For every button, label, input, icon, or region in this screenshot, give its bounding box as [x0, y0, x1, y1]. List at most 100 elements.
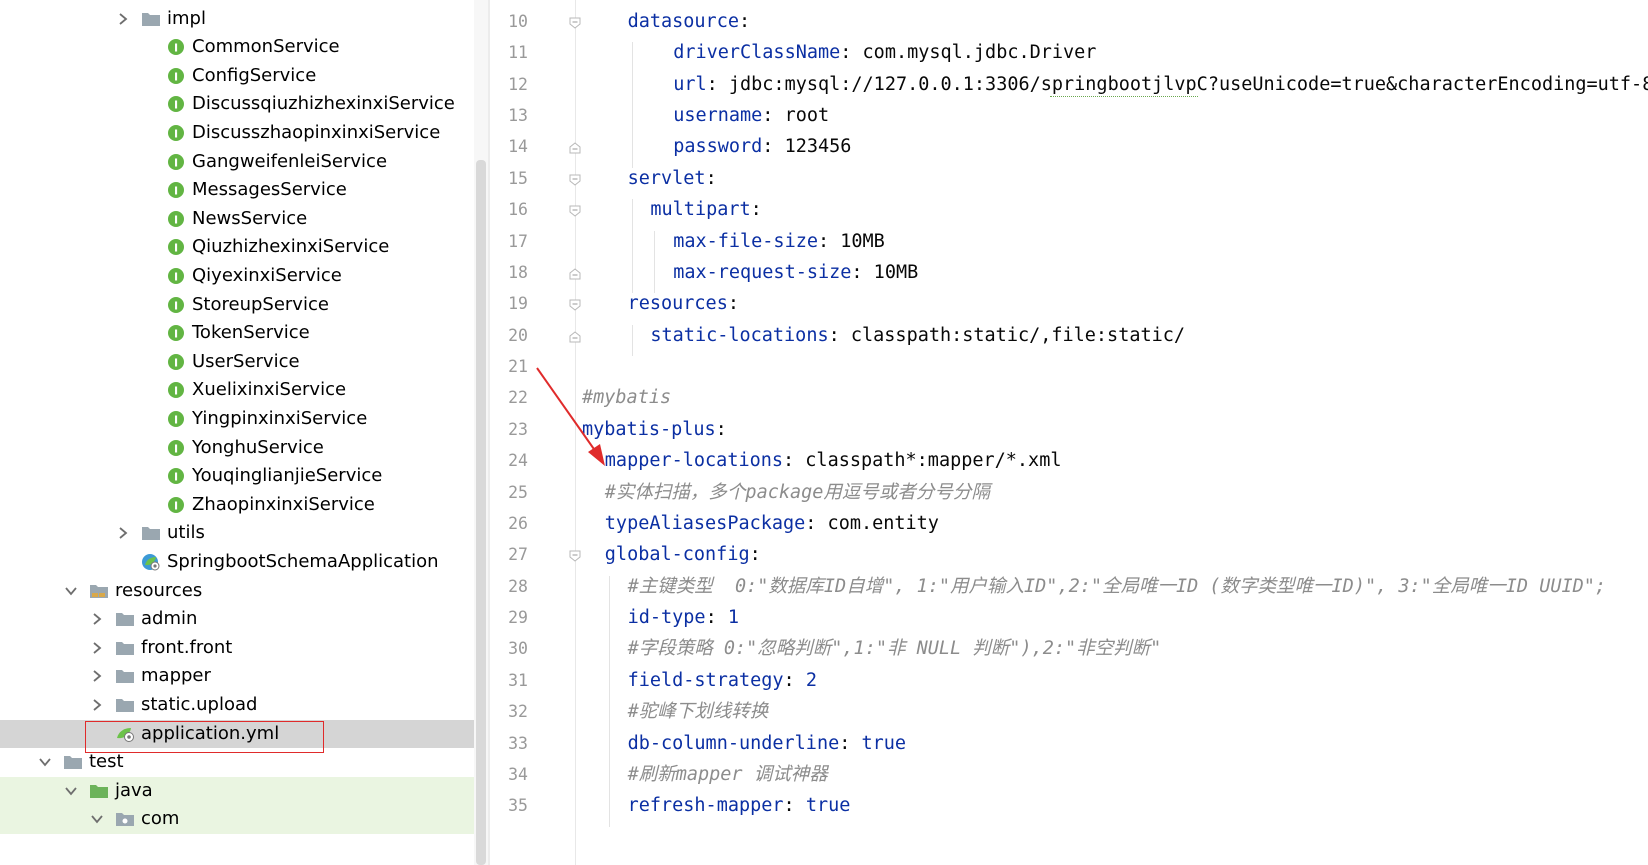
- code-line-19[interactable]: resources:: [628, 293, 739, 315]
- expand-arrow-right-icon[interactable]: [90, 641, 104, 655]
- tree-row-newsservice[interactable]: I NewsService: [0, 205, 474, 234]
- code-editor[interactable]: 10 datasource: 11 driverClassName: com.mysq…: [490, 0, 1648, 865]
- interface-icon: I: [166, 324, 186, 342]
- folder-icon: [63, 753, 83, 771]
- tree-row-yingpinxinxiservice[interactable]: I YingpinxinxiService: [0, 405, 474, 434]
- tree-row-userservice[interactable]: I UserService: [0, 348, 474, 377]
- tree-row-yonghuservice[interactable]: I YonghuService: [0, 434, 474, 463]
- expand-arrow-right-icon[interactable]: [90, 698, 104, 712]
- tree-row-label: NewsService: [192, 207, 308, 229]
- tree-row-youqinglianjieservice[interactable]: I YouqinglianjieService: [0, 462, 474, 491]
- expand-arrow-right-icon[interactable]: [116, 12, 130, 26]
- line-number: 35: [508, 796, 528, 816]
- tree-row-commonservice[interactable]: I CommonService: [0, 33, 474, 62]
- expand-arrow-down-icon[interactable]: [90, 812, 104, 826]
- svg-text:I: I: [174, 70, 178, 83]
- svg-text:I: I: [174, 99, 178, 112]
- code-line-18[interactable]: max-request-size: 10MB: [673, 262, 918, 284]
- tree-row-front-front[interactable]: front.front: [0, 634, 474, 663]
- fold-marker-open-icon[interactable]: [568, 16, 582, 30]
- code-line-34[interactable]: #刷新mapper 调试神器: [628, 764, 828, 786]
- tree-row-messagesservice[interactable]: I MessagesService: [0, 176, 474, 205]
- code-line-10[interactable]: datasource:: [628, 11, 751, 33]
- tree-row-label: YonghuService: [192, 436, 324, 458]
- line-number: 33: [508, 733, 528, 753]
- tree-row-discussqiuzhizhexinxiservice[interactable]: I DiscussqiuzhizhexinxiService: [0, 90, 474, 119]
- yaml-value-token: :: [715, 418, 727, 440]
- tree-row-discusszhaopinxinxiservice[interactable]: I DiscusszhaopinxinxiService: [0, 119, 474, 148]
- code-line-14[interactable]: password: 123456: [673, 136, 851, 158]
- code-line-33[interactable]: db-column-underline: true: [628, 733, 906, 755]
- tree-row-tokenservice[interactable]: I TokenService: [0, 319, 474, 348]
- code-line-25[interactable]: #实体扫描，多个package用逗号或者分号分隔: [605, 482, 990, 504]
- code-line-30[interactable]: #字段策略 0:"忽略判断",1:"非 NULL 判断"),2:"非空判断": [628, 638, 1162, 660]
- tree-row-static-upload[interactable]: static.upload: [0, 691, 474, 720]
- indent-guide: [631, 199, 633, 294]
- tree-row-admin[interactable]: admin: [0, 605, 474, 634]
- fold-marker-open-icon[interactable]: [568, 298, 582, 312]
- tree-row-qiyexinxiservice[interactable]: I QiyexinxiService: [0, 262, 474, 291]
- yaml-key-token: resources: [627, 293, 728, 315]
- interface-icon: I: [166, 67, 186, 85]
- code-line-12[interactable]: url: jdbc:mysql://127.0.0.1:3306/springb…: [673, 74, 1648, 96]
- fold-marker-end-icon[interactable]: [568, 267, 582, 281]
- project-tree-scrollbar-thumb[interactable]: [476, 160, 486, 865]
- tree-row-zhaopinxinxiservice[interactable]: I ZhaopinxinxiService: [0, 491, 474, 520]
- yaml-value-token: :: [749, 544, 761, 566]
- tree-row-com[interactable]: com: [0, 805, 474, 834]
- code-line-26[interactable]: typeAliasesPackage: com.entity: [605, 513, 939, 535]
- tree-row-label: impl: [167, 7, 206, 29]
- code-line-24[interactable]: mapper-locations: classpath*:mapper/*.xm…: [605, 450, 1062, 472]
- expand-arrow-down-icon[interactable]: [64, 584, 78, 598]
- tree-row-xuelixinxiservice[interactable]: I XuelixinxiService: [0, 376, 474, 405]
- expand-arrow-right-icon[interactable]: [90, 612, 104, 626]
- yaml-key-token: datasource: [627, 11, 739, 32]
- tree-row-configservice[interactable]: I ConfigService: [0, 62, 474, 91]
- expand-arrow-right-icon[interactable]: [116, 526, 130, 540]
- package-icon: [115, 810, 135, 828]
- interface-icon: I: [166, 439, 186, 457]
- yaml-value-token: : classpath:static/,file:static/: [828, 324, 1186, 346]
- yaml-key-token: db-column-underline: [627, 732, 840, 754]
- yaml-value-token: : 10MB: [851, 261, 919, 283]
- code-line-32[interactable]: #驼峰下划线转换: [628, 701, 769, 723]
- tree-row-java[interactable]: java: [0, 776, 474, 806]
- tree-row-label: YingpinxinxiService: [192, 407, 368, 429]
- tree-row-springbootschemaapplication[interactable]: SpringbootSchemaApplication: [0, 548, 474, 577]
- yaml-value-token: : classpath*:mapper/*.xml: [783, 450, 1062, 472]
- expand-arrow-right-icon[interactable]: [90, 669, 104, 683]
- fold-marker-end-icon[interactable]: [568, 330, 582, 344]
- tree-row-mapper[interactable]: mapper: [0, 662, 474, 691]
- code-line-15[interactable]: servlet:: [628, 168, 717, 190]
- code-line-22[interactable]: #mybatis: [582, 387, 671, 409]
- tree-row-resources[interactable]: resources: [0, 577, 474, 606]
- fold-marker-open-icon[interactable]: [568, 549, 582, 563]
- code-line-13[interactable]: username: root: [673, 105, 829, 127]
- yaml-value-token: : jdbc:mysql://127.0.0.1:3306/springboot…: [706, 73, 1648, 95]
- code-line-11[interactable]: driverClassName: com.mysql.jdbc.Driver: [673, 42, 1096, 64]
- tree-row-gangweifenleiservice[interactable]: I GangweifenleiService: [0, 148, 474, 177]
- line-number: 10: [508, 12, 528, 31]
- code-line-31[interactable]: field-strategy: 2: [628, 670, 817, 692]
- interface-icon: I: [166, 95, 186, 113]
- code-line-17[interactable]: max-file-size: 10MB: [673, 231, 885, 253]
- expand-arrow-down-icon[interactable]: [64, 784, 78, 798]
- yaml-key-token: id-type: [627, 607, 706, 629]
- code-line-28[interactable]: #主键类型 0:"数据库ID自增", 1:"用户输入ID",2:"全局唯一ID …: [628, 576, 1606, 598]
- tree-row-utils[interactable]: utils: [0, 519, 474, 548]
- code-line-29[interactable]: id-type: 1: [628, 607, 739, 629]
- expand-arrow-down-icon[interactable]: [38, 755, 52, 769]
- tree-row-impl[interactable]: impl: [0, 5, 474, 34]
- code-line-35[interactable]: refresh-mapper: true: [628, 795, 851, 817]
- tree-row-qiuzhizhexinxiservice[interactable]: I QiuzhizhexinxiService: [0, 233, 474, 262]
- tree-row-storeupservice[interactable]: I StoreupService: [0, 291, 474, 320]
- code-line-27[interactable]: global-config:: [605, 544, 761, 566]
- code-line-20[interactable]: static-locations: classpath:static/,file…: [650, 325, 1185, 347]
- fold-marker-open-icon[interactable]: [568, 204, 582, 218]
- fold-marker-end-icon[interactable]: [568, 141, 582, 155]
- code-line-23[interactable]: mybatis-plus:: [582, 419, 727, 441]
- fold-marker-open-icon[interactable]: [568, 173, 582, 187]
- code-line-16[interactable]: multipart:: [650, 199, 761, 221]
- yaml-key-token: true: [805, 795, 851, 817]
- interface-icon: I: [166, 353, 186, 371]
